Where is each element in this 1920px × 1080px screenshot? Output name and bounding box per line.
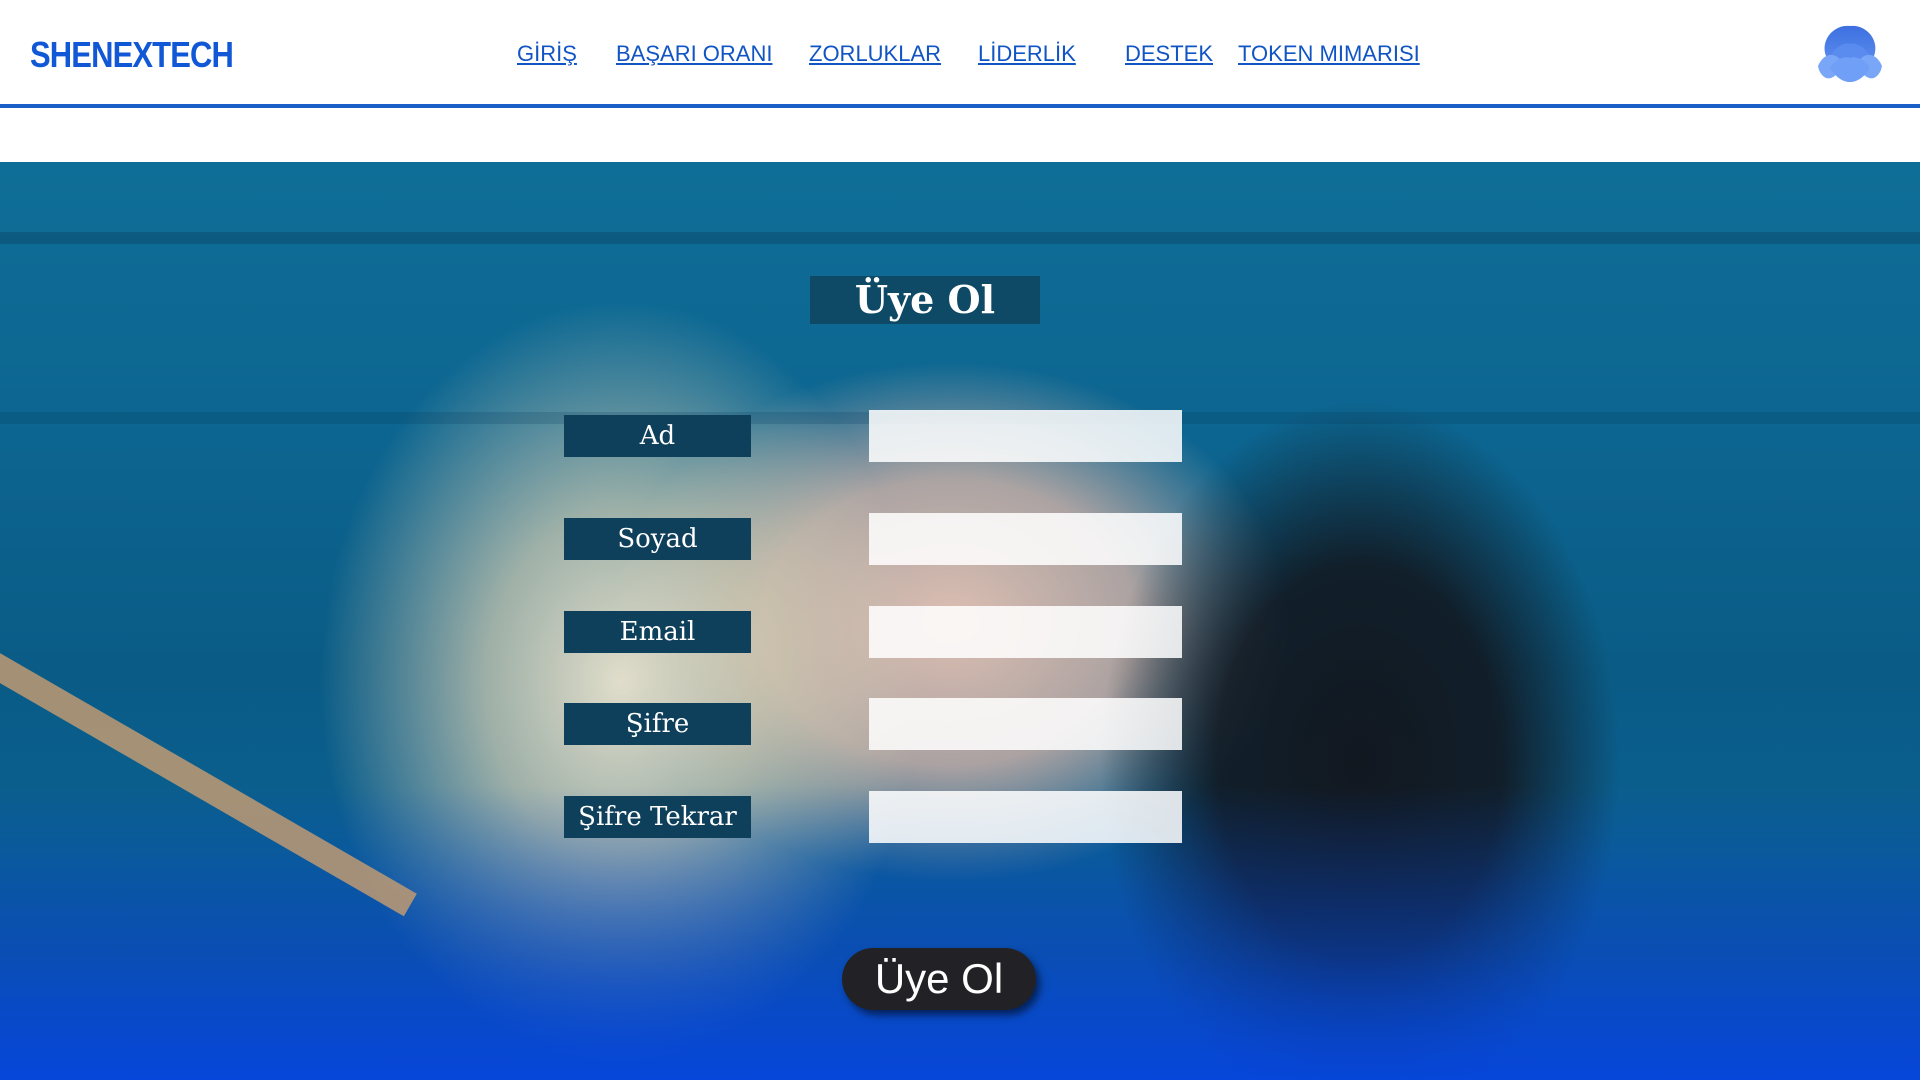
header-divider bbox=[0, 104, 1920, 108]
nav-link-destek[interactable]: DESTEK bbox=[1125, 40, 1213, 68]
email-label: Email bbox=[564, 611, 751, 653]
nav-link-basari-orani[interactable]: BAŞARI ORANI bbox=[616, 40, 772, 68]
signup-submit-button[interactable]: Üye Ol bbox=[842, 948, 1036, 1010]
signup-title: Üye Ol bbox=[810, 276, 1040, 324]
password-input[interactable] bbox=[869, 698, 1182, 750]
last-name-label: Soyad bbox=[564, 518, 751, 560]
nav-link-token-mimarisi[interactable]: TOKEN MIMARISI bbox=[1238, 40, 1420, 68]
brand-logo[interactable]: SHENEXTECH bbox=[30, 30, 234, 80]
email-input[interactable] bbox=[869, 606, 1182, 658]
shell-avatar-icon[interactable] bbox=[1816, 22, 1884, 84]
nav-link-liderlik[interactable]: LİDERLİK bbox=[978, 40, 1076, 68]
first-name-label: Ad bbox=[564, 415, 751, 457]
password-label: Şifre bbox=[564, 703, 751, 745]
nav-link-zorluklar[interactable]: ZORLUKLAR bbox=[809, 40, 941, 68]
password-confirm-input[interactable] bbox=[869, 791, 1182, 843]
last-name-input[interactable] bbox=[869, 513, 1182, 565]
site-header: SHENEXTECH GİRİŞ BAŞARI ORANI ZORLUKLAR … bbox=[0, 0, 1920, 104]
first-name-input[interactable] bbox=[869, 410, 1182, 462]
background-photo-detail bbox=[0, 633, 417, 917]
background-photo-band bbox=[0, 232, 1920, 244]
password-confirm-label: Şifre Tekrar bbox=[564, 796, 751, 838]
nav-link-giris[interactable]: GİRİŞ bbox=[517, 40, 577, 68]
